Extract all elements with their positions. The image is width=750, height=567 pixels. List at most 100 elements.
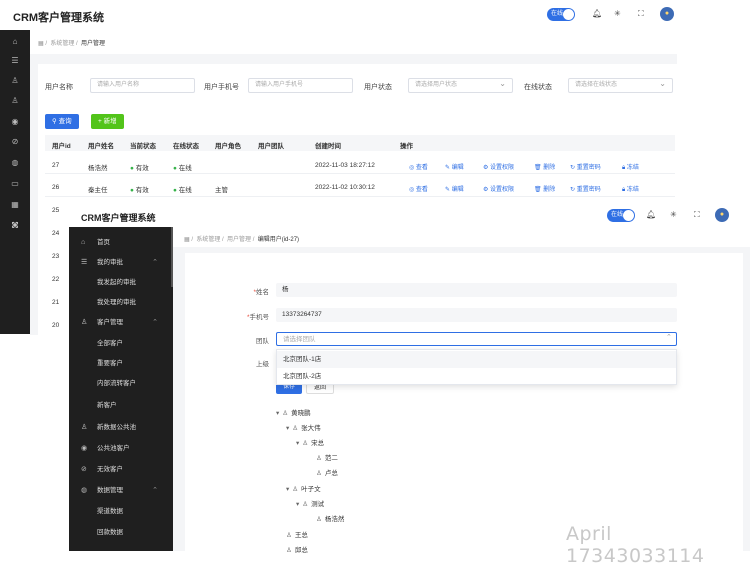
background-topbar: CRM客户管理系统 在线 🔔︎ ✳ ⛶ ● xyxy=(0,0,750,30)
delete-link[interactable]: 🗑︎ 删除 xyxy=(534,184,555,193)
team-select[interactable]: 请选择团队 xyxy=(276,332,677,346)
edit-main: ▦ / 系统管理 / 用户管理 / 编辑用户(id-27) *姓名 杨 *手机号… xyxy=(173,227,750,554)
col-created: 创建时间 xyxy=(315,143,341,150)
data-icon[interactable]: ◍ xyxy=(9,157,21,169)
table-row-id: 21 xyxy=(52,299,60,306)
chevron-up-icon: ⌃ xyxy=(666,334,672,341)
list-icon[interactable]: ☰ xyxy=(9,55,21,67)
sidebar-item-approval[interactable]: ☰ 我的审批 ⌃ xyxy=(69,255,173,271)
phone-label: 用户手机号 xyxy=(204,84,239,91)
sidebar-item-new-pool[interactable]: ♙ 新数据公共池 xyxy=(69,420,173,436)
phone-input[interactable]: 13373264737 xyxy=(276,308,677,322)
team-label: 团队 xyxy=(256,338,269,345)
user-icon: ♙ xyxy=(292,425,299,432)
user-icon[interactable]: ♙ xyxy=(9,95,21,107)
watermark-text: April 17343033114 xyxy=(566,523,705,567)
monitor-icon[interactable]: ▭ xyxy=(9,178,21,190)
user-icon: ♙ xyxy=(282,410,289,417)
col-online: 在线状态 xyxy=(173,143,199,150)
tree-node[interactable]: ▾ ♙ 黄晓鹏 xyxy=(276,407,311,417)
online-toggle[interactable]: 在线 xyxy=(607,209,635,222)
table-row-status: ● 有效 xyxy=(130,165,149,172)
name-input[interactable]: 杨 xyxy=(276,283,677,297)
sidebar-item-important[interactable]: 重要客户 xyxy=(69,356,173,372)
table-row-id: 23 xyxy=(52,253,60,260)
breadcrumb-current: 编辑用户(id-27) xyxy=(257,237,300,243)
users-icon[interactable]: ♙ xyxy=(9,75,21,87)
reset-password-link[interactable]: ↻ 重置密码 xyxy=(570,162,601,171)
sidebar-item-public-pool[interactable]: ◉ 公共池客户 xyxy=(69,441,173,457)
add-button[interactable]: + 新增 xyxy=(91,114,124,129)
table-row-online: ● 在线 xyxy=(173,187,192,194)
user-icon: ♙ xyxy=(316,516,322,523)
col-actions: 操作 xyxy=(400,143,413,150)
command-icon[interactable]: ⌘ xyxy=(9,220,21,232)
table-row-role: 主管 xyxy=(215,187,228,194)
tree-node[interactable]: ▾ ♙ 叶子文 xyxy=(286,483,321,493)
username-input[interactable]: 请输入用户名称 xyxy=(90,78,195,93)
delete-link[interactable]: 🗑︎ 删除 xyxy=(534,162,555,171)
edit-link[interactable]: ✎ 编辑 xyxy=(445,184,464,193)
theme-icon[interactable]: ✳ xyxy=(614,9,621,18)
tree-node[interactable]: ♙ 杨浩然 xyxy=(316,513,344,523)
reset-password-link[interactable]: ↻ 重置密码 xyxy=(570,184,601,193)
breadcrumb-item[interactable]: 系统管理 xyxy=(50,41,74,47)
team-option[interactable]: 北京团队-2店 xyxy=(277,368,676,385)
freeze-link[interactable]: 🔒︎ 冻结 xyxy=(622,162,639,172)
team-option[interactable]: 北京团队-1店 xyxy=(277,351,676,368)
coin-icon[interactable]: ◉ xyxy=(9,116,21,128)
tree-node[interactable]: ♙ 范二 xyxy=(316,452,338,462)
theme-icon[interactable]: ✳ xyxy=(670,210,677,219)
foreground-window: CRM客户管理系统 在线 🔔︎ ✳ ⛶ ● ⌂ 首页 ☰ 我的审批 ⌃ 我发起的审批 … xyxy=(69,203,750,554)
tree-node[interactable]: ▾ ♙ 测试 xyxy=(296,498,324,508)
foreground-topbar: CRM客户管理系统 在线 🔔︎ ✳ ⛶ ● xyxy=(69,203,750,227)
fullscreen-icon[interactable]: ⛶ xyxy=(638,9,644,19)
user-icon: ♙ xyxy=(286,532,292,539)
sidebar-item-my-initiated[interactable]: 我发起的审批 xyxy=(69,275,173,291)
avatar[interactable]: ● xyxy=(715,208,729,222)
background-sidebar: ⌂ ☰ ♙ ♙ ◉ ⊘ ◍ ▭ ▦ ⌘ xyxy=(0,30,30,334)
search-button[interactable]: ⚲ 查询 xyxy=(45,114,79,129)
freeze-link[interactable]: 🔒︎ 冻结 xyxy=(622,184,639,194)
online-select[interactable]: 请选择在线状态 xyxy=(568,77,673,93)
permission-link[interactable]: ⚙ 设置权限 xyxy=(483,162,514,171)
sidebar-item-new[interactable]: 新客户 xyxy=(69,398,173,414)
sidebar-item-invalid[interactable]: ⊘ 无效客户 xyxy=(69,462,173,478)
tree-node[interactable]: ▾ ♙ 张大伟 xyxy=(286,422,321,432)
col-team: 用户团队 xyxy=(258,143,284,150)
grid-icon[interactable]: ▦ xyxy=(9,199,21,211)
fullscreen-icon[interactable]: ⛶ xyxy=(694,210,700,220)
tree-node[interactable]: ♙ 王总 xyxy=(286,529,308,539)
col-name: 用户姓名 xyxy=(88,143,114,150)
tree-node[interactable]: ▾ ♙ 宋总 xyxy=(296,437,324,447)
table-row-time: 2022-11-03 18:27:12 xyxy=(315,162,375,169)
bell-icon[interactable]: 🔔︎ xyxy=(592,9,602,18)
sidebar-item-internal[interactable]: 内部流转客户 xyxy=(69,376,173,392)
sidebar-item-my-handled[interactable]: 我处理的审批 xyxy=(69,295,173,311)
edit-link[interactable]: ✎ 编辑 xyxy=(445,162,464,171)
home-icon[interactable]: ⌂ xyxy=(9,36,21,48)
view-link[interactable]: ◎ 查看 xyxy=(409,162,428,171)
permission-link[interactable]: ⚙ 设置权限 xyxy=(483,184,514,193)
tree-node[interactable]: ♙ 邱总 xyxy=(286,544,308,554)
status-select[interactable]: 请选择用户状态 xyxy=(408,77,513,93)
sidebar-item-home[interactable]: ⌂ 首页 xyxy=(69,235,173,251)
breadcrumb-item[interactable]: 系统管理 xyxy=(196,237,220,243)
username-label: 用户名称 xyxy=(45,84,73,91)
sidebar-item-channel-data[interactable]: 渠道数据 xyxy=(69,504,173,520)
sidebar-item-all-customers[interactable]: 全部客户 xyxy=(69,336,173,352)
user-icon: ♙ xyxy=(316,470,322,477)
tree-node[interactable]: ♙ 卢总 xyxy=(316,467,338,477)
app-title: CRM客户管理系统 xyxy=(81,213,156,223)
online-toggle[interactable]: 在线 xyxy=(547,8,575,21)
breadcrumb-item[interactable]: 用户管理 xyxy=(227,237,251,243)
ban-icon[interactable]: ⊘ xyxy=(9,136,21,148)
sidebar-item-customers[interactable]: ♙ 客户管理 ⌃ xyxy=(69,315,173,331)
sidebar-item-payment-data[interactable]: 回款数据 xyxy=(69,525,173,541)
sidebar-item-data[interactable]: ◍ 数据管理 ⌃ xyxy=(69,483,173,499)
avatar[interactable]: ● xyxy=(660,7,674,21)
bell-icon[interactable]: 🔔︎ xyxy=(646,210,656,219)
view-link[interactable]: ◎ 查看 xyxy=(409,184,428,193)
table-row-id: 24 xyxy=(52,230,60,237)
phone-input[interactable]: 请输入用户手机号 xyxy=(248,78,353,93)
